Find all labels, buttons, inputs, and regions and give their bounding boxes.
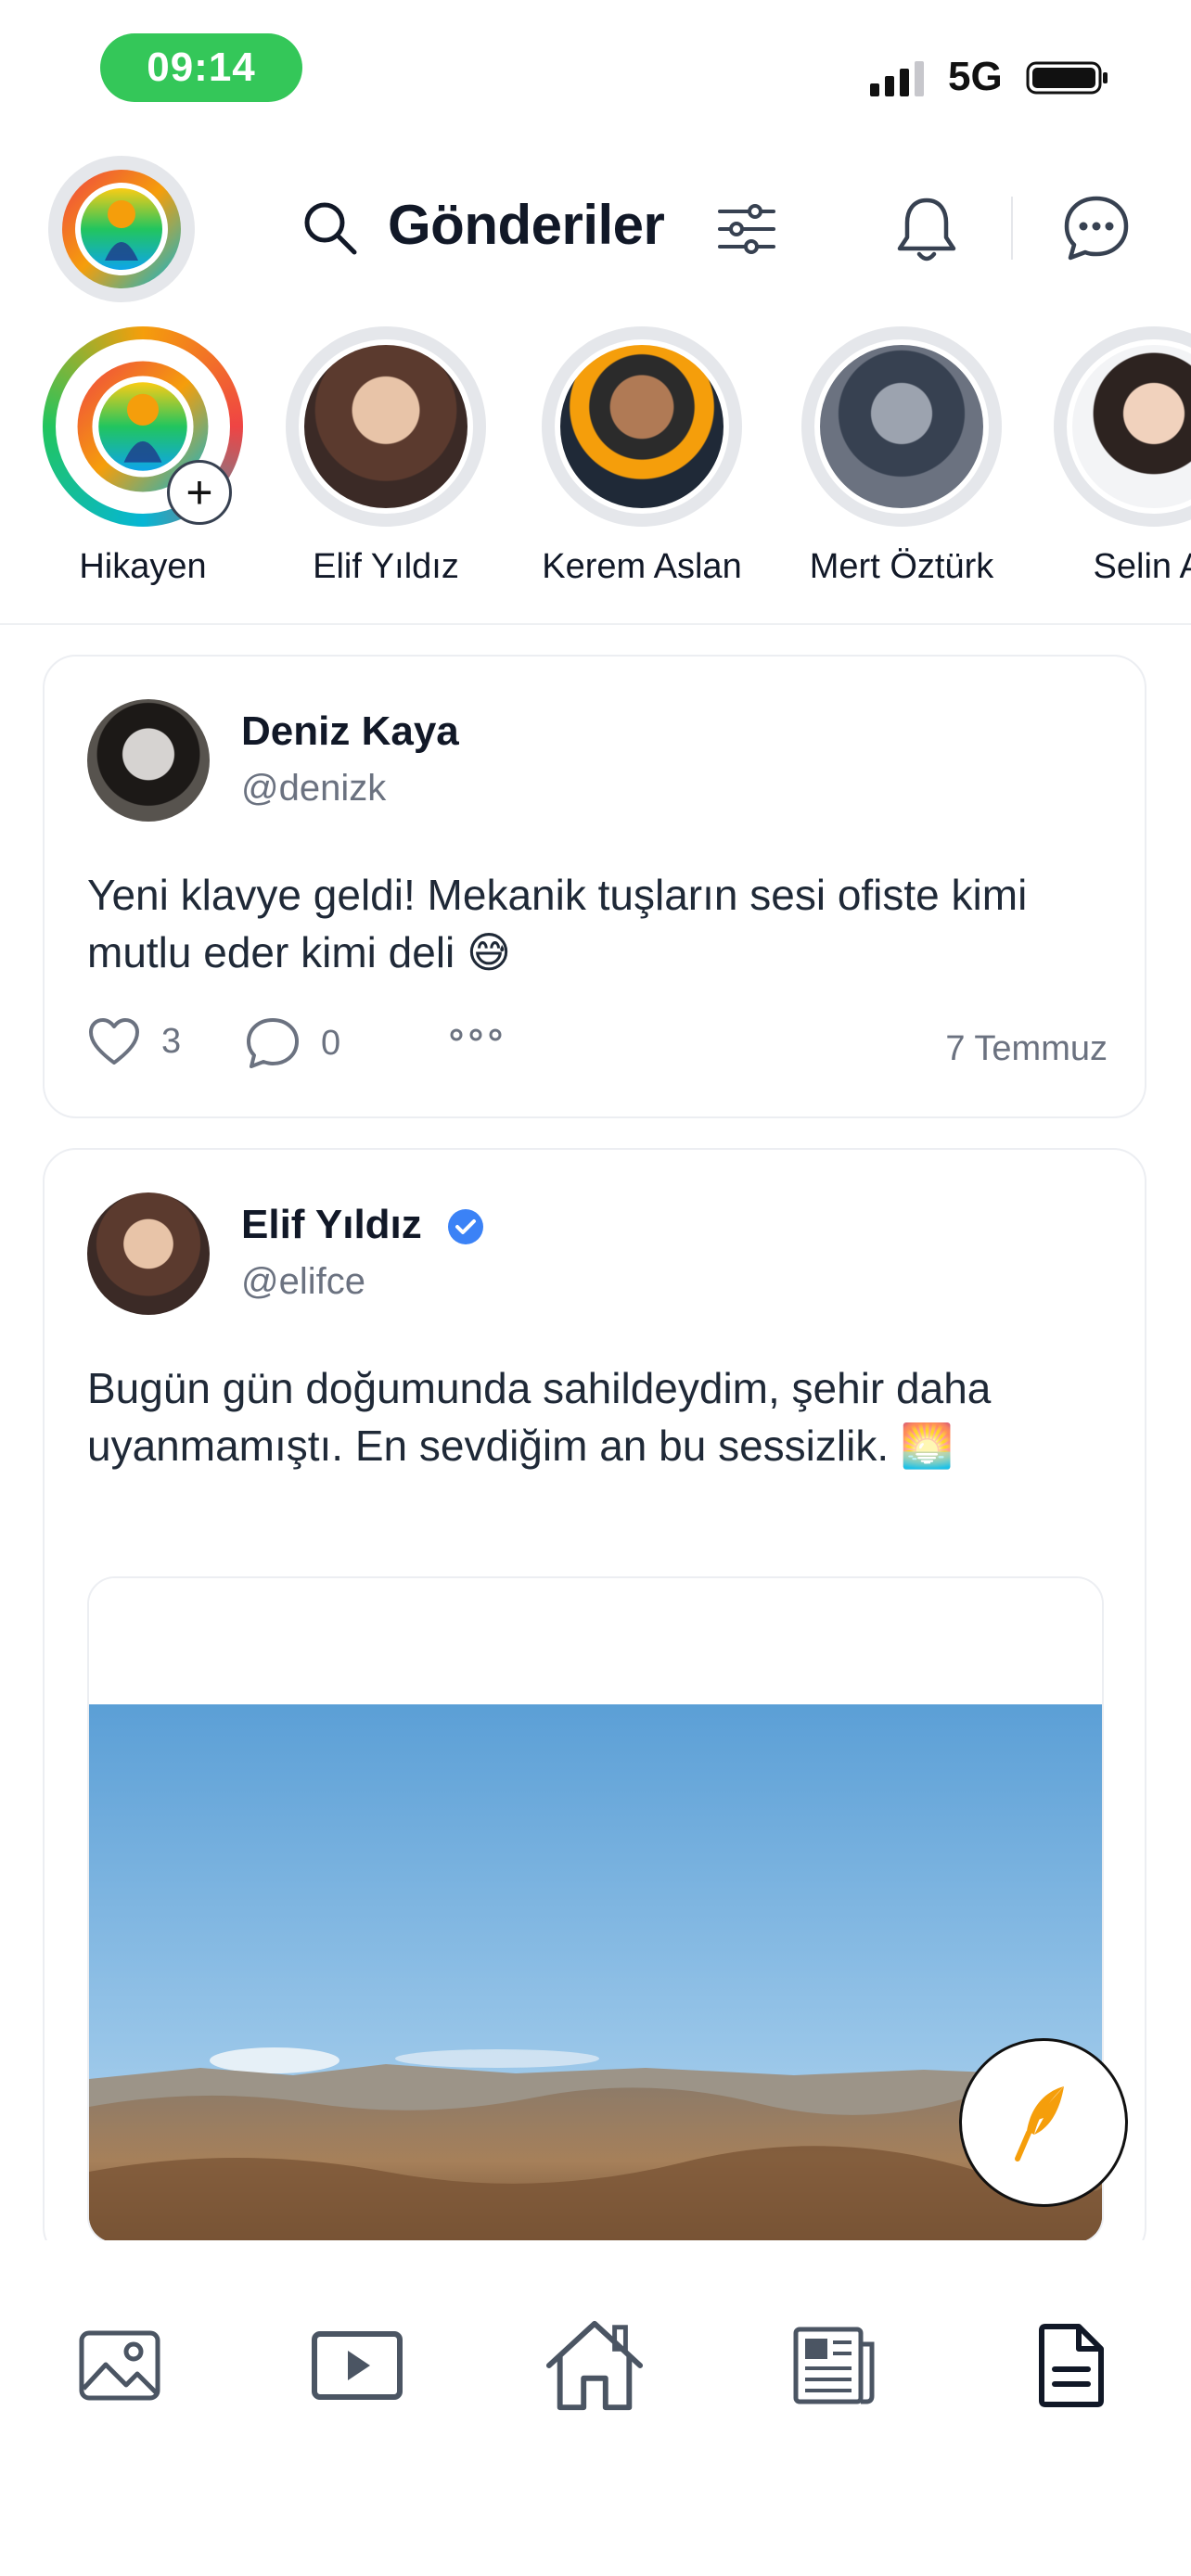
author-handle[interactable]: @denizk [241, 768, 386, 810]
section-divider [0, 623, 1191, 625]
post-image[interactable] [87, 1576, 1104, 2244]
story-item[interactable]: Elif Yıldız [284, 326, 488, 587]
author-handle[interactable]: @elifce [241, 1261, 365, 1303]
author-name-row[interactable]: Elif Yıldız [241, 1202, 485, 1248]
story-name: Hikayen [79, 547, 207, 586]
network-label: 5G [948, 54, 1003, 99]
like-button[interactable]: 3 [87, 1016, 181, 1066]
comment-button[interactable]: 0 [245, 1016, 340, 1070]
comment-icon [247, 1018, 299, 1068]
add-story-icon[interactable]: + [167, 460, 232, 525]
story-avatar [814, 339, 989, 514]
author-name: Elif Yıldız [241, 1202, 422, 1247]
sliders-icon[interactable] [716, 198, 777, 260]
profile-avatar[interactable] [48, 156, 195, 302]
app-logo-icon [62, 170, 181, 288]
story-ring [801, 326, 1002, 527]
image-icon [79, 2330, 160, 2401]
battery-icon [1026, 61, 1108, 95]
stories-row: + Hikayen Elif Yıldız Kerem Aslan Mert Ö… [0, 326, 1191, 605]
landscape-photo [89, 1578, 1102, 2242]
story-own[interactable]: + Hikayen [41, 326, 245, 587]
tab-videos[interactable] [306, 2315, 408, 2417]
story-item[interactable]: Selin Ar [1052, 326, 1191, 587]
tab-documents[interactable] [1020, 2315, 1122, 2417]
chat-bubble-icon[interactable] [1061, 193, 1132, 263]
comment-count: 0 [321, 1023, 341, 1063]
bottom-tab-bar [0, 2240, 1191, 2576]
story-item[interactable]: Kerem Aslan [540, 326, 744, 587]
story-name: Kerem Aslan [542, 547, 742, 586]
header-divider [1011, 197, 1013, 260]
feather-icon [1015, 2086, 1064, 2162]
author-avatar[interactable] [87, 1192, 210, 1315]
tab-home[interactable] [544, 2315, 646, 2417]
story-name: Elif Yıldız [313, 547, 459, 586]
story-avatar [555, 339, 729, 514]
story-name: Selin Ar [1093, 547, 1191, 586]
page-title: Gönderiler [388, 194, 665, 256]
story-avatar [1067, 339, 1191, 514]
story-ring [286, 326, 486, 527]
story-avatar [299, 339, 473, 514]
verified-badge-icon [448, 1209, 484, 1245]
home-icon [545, 2320, 644, 2411]
more-button[interactable] [449, 1026, 503, 1044]
post-text: Yeni klavye geldi! Mekanik tuşların sesi… [87, 871, 1028, 976]
author-name[interactable]: Deniz Kaya [241, 708, 459, 755]
heart-icon [89, 1018, 139, 1065]
tab-photos[interactable] [69, 2315, 171, 2417]
story-ring [542, 326, 742, 527]
like-count: 3 [161, 1021, 182, 1061]
video-icon [312, 2331, 403, 2400]
search-icon[interactable] [299, 197, 362, 260]
bell-icon[interactable] [892, 193, 961, 265]
compose-button[interactable] [959, 2038, 1128, 2207]
story-item[interactable]: Mert Öztürk [800, 326, 1004, 587]
status-bar: 09:14 5G [0, 0, 1191, 139]
signal-icon [870, 61, 924, 96]
story-ring [1054, 326, 1191, 527]
author-avatar[interactable] [87, 699, 210, 822]
document-icon [1039, 2324, 1104, 2407]
post-actions: 3 0 7 Temmuz [87, 1016, 1108, 1081]
more-icon [450, 1028, 502, 1041]
tab-news[interactable] [783, 2315, 885, 2417]
status-time: 09:14 [100, 33, 302, 102]
post-date: 7 Temmuz [945, 1029, 1108, 1068]
story-name: Mert Öztürk [809, 547, 994, 586]
post-card[interactable]: Deniz Kaya @denizk Yeni klavye geldi! Me… [43, 655, 1146, 1118]
news-icon [793, 2327, 875, 2404]
post-text: Bugün gün doğumunda sahildeydim, şehir d… [87, 1364, 992, 1470]
